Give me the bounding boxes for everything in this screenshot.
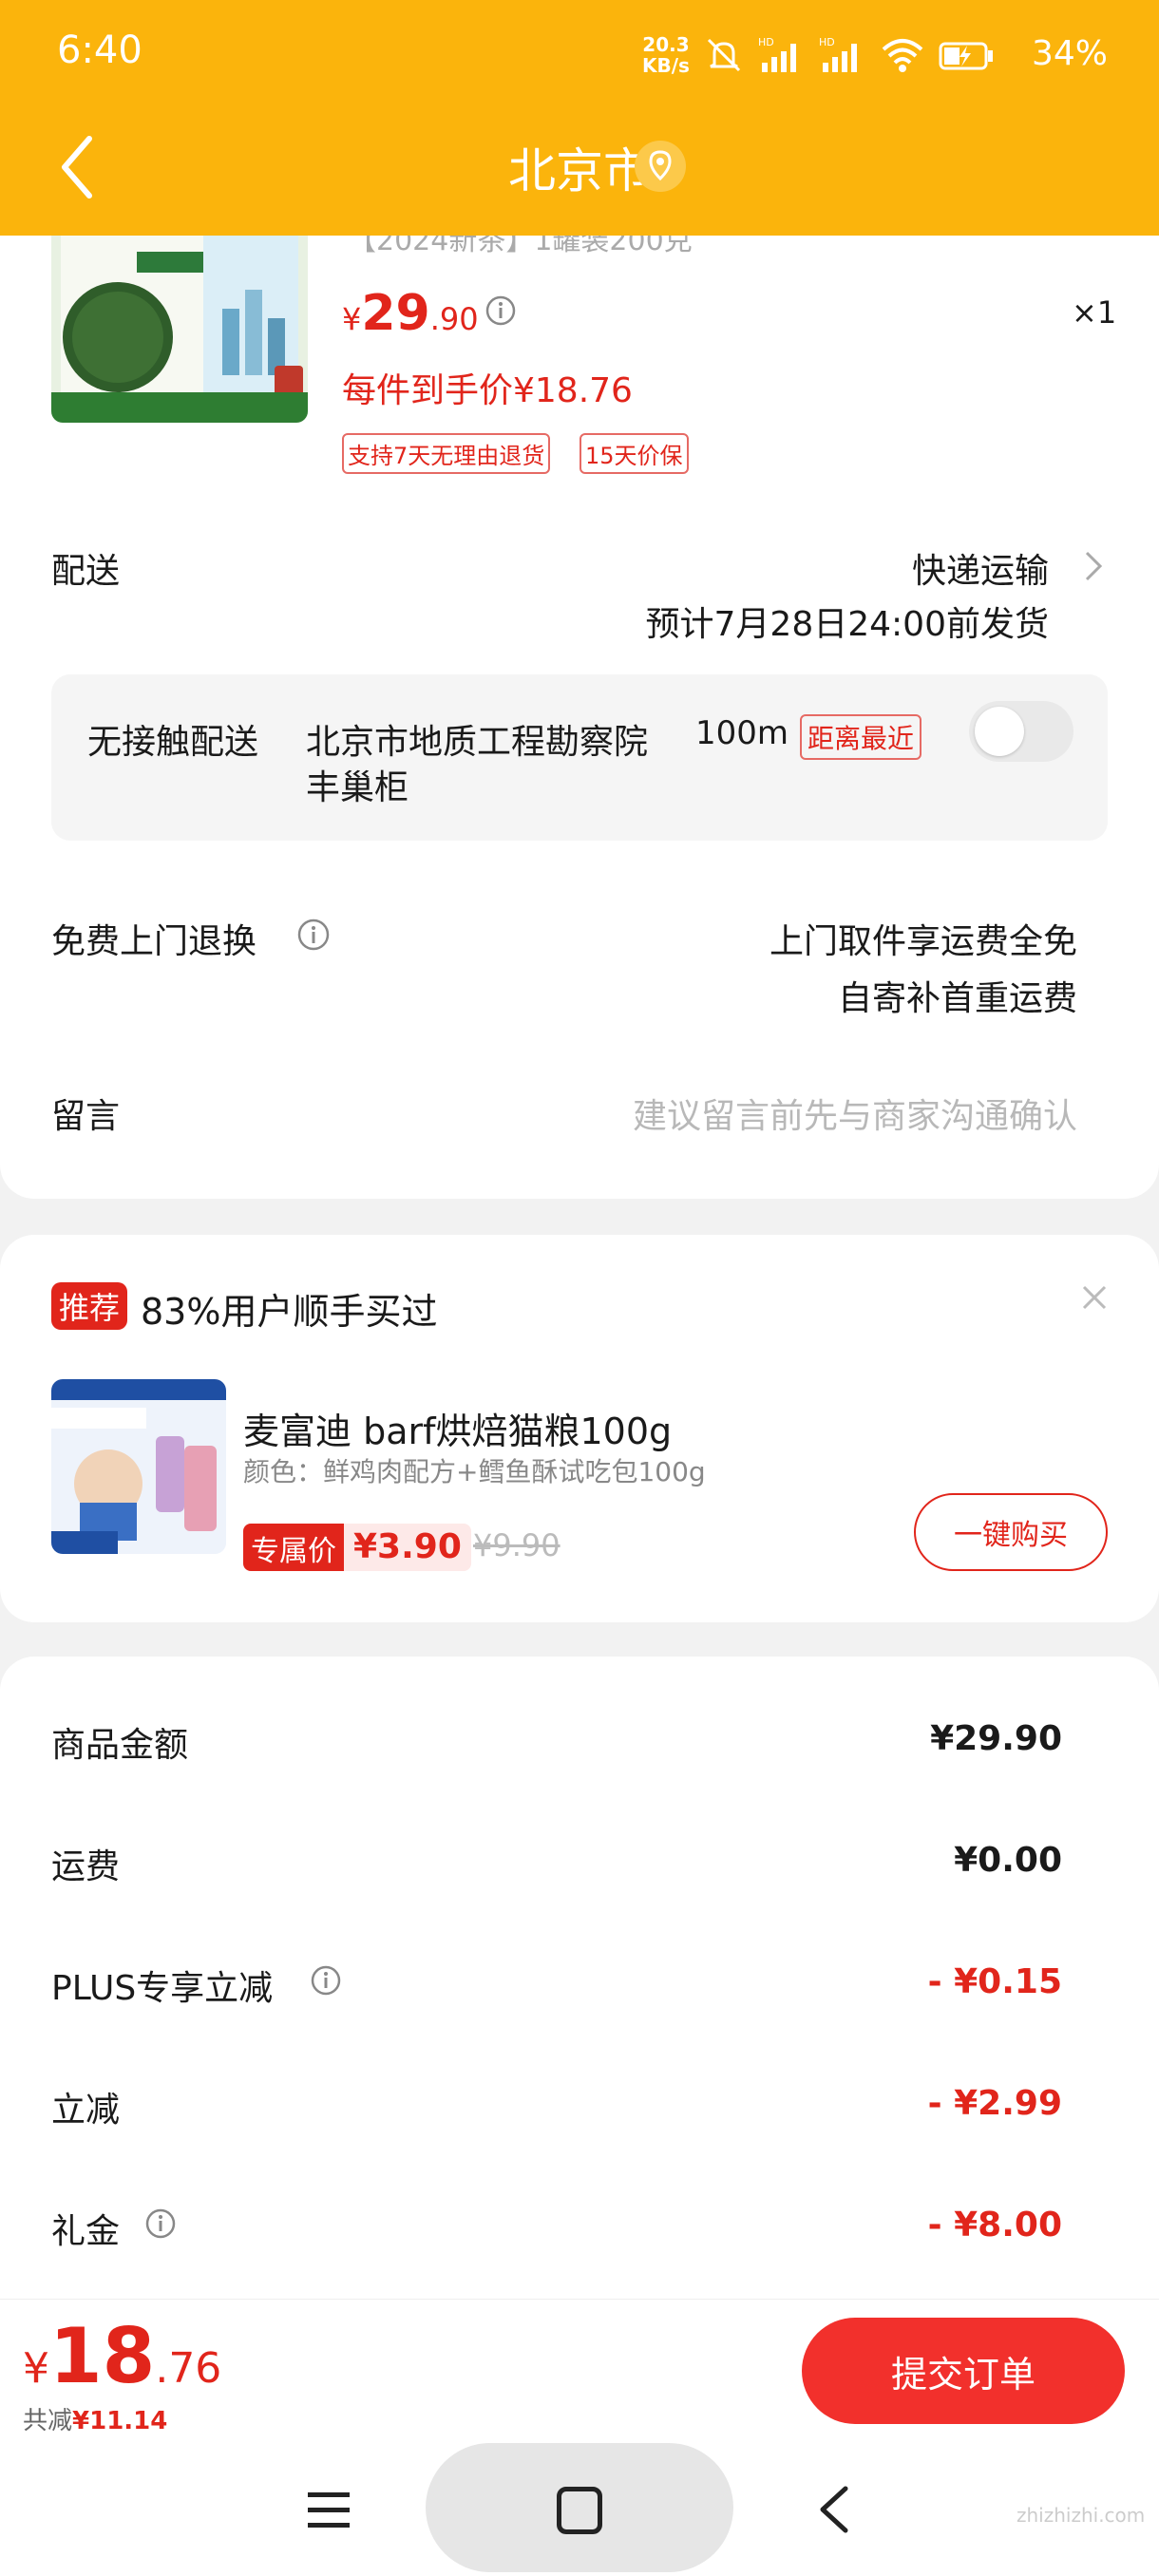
svg-text:HD: HD (819, 36, 835, 48)
network-speed: 20.3 KB/s (642, 34, 690, 76)
back-icon[interactable] (815, 2483, 853, 2536)
recommend-title: 83%用户顺手买过 (141, 1291, 438, 1333)
network-speed-unit: KB/s (642, 54, 690, 77)
total-saved: 共减¥11.14 (23, 2401, 167, 2436)
delivery-label: 配送 (51, 552, 121, 591)
summary-value: ¥29.90 (930, 1719, 1062, 1758)
total-saved-label: 共减 (23, 2407, 73, 2435)
price-integer: 29 (361, 285, 430, 342)
exclusive-price-tag: 专属价 (243, 1524, 344, 1571)
summary-label: 运费 (51, 1847, 121, 1886)
total-saved-value: ¥11.14 (72, 2407, 168, 2435)
summary-value: - ¥8.00 (927, 2206, 1062, 2245)
return-policy-tag: 支持7天无理由退货 (342, 433, 551, 474)
product-quantity: ×1 (1072, 294, 1117, 331)
return-pickup-text: 上门取件享运费全免 (769, 922, 1077, 961)
product-price: ¥29.90 (342, 285, 479, 342)
recommend-price: ¥3.90 (353, 1527, 462, 1566)
contactless-label: 无接触配送 (87, 723, 259, 762)
delivery-method[interactable]: 快递运输 (912, 543, 1049, 593)
contactless-toggle[interactable] (969, 701, 1074, 762)
network-speed-value: 20.3 (642, 33, 690, 56)
message-label: 留言 (51, 1097, 121, 1136)
close-icon[interactable] (1079, 1282, 1110, 1313)
svg-text:HD: HD (758, 36, 774, 48)
return-self-ship-text: 自寄补首重运费 (837, 979, 1077, 1018)
summary-label: 立减 (51, 2091, 121, 2130)
total-decimal: .76 (155, 2344, 222, 2393)
summary-label: PLUS专享立减 (51, 1969, 274, 2008)
info-icon[interactable] (484, 294, 517, 327)
signal-icon: HD (819, 36, 857, 72)
price-protection-tag: 15天价保 (580, 433, 689, 474)
submit-order-button[interactable]: 提交订单 (802, 2318, 1125, 2424)
pickup-address: 北京市地质工程勘察院 (306, 723, 649, 762)
summary-value: ¥0.00 (954, 1841, 1062, 1880)
pickup-distance: 100m (695, 714, 789, 752)
recommend-product-variant: 颜色：鲜鸡肉配方+鳕鱼酥试吃包100g (243, 1456, 706, 1487)
page-title: 北京市 (508, 143, 651, 199)
recommend-product-image[interactable] (51, 1379, 226, 1554)
summary-label: 商品金额 (51, 1726, 189, 1765)
mute-icon (707, 38, 741, 72)
menu-icon[interactable] (306, 2489, 352, 2532)
signal-icon: HD (758, 36, 796, 72)
battery-percent: 34% (1032, 34, 1109, 73)
status-time: 6:40 (57, 28, 142, 72)
total-currency: ¥ (23, 2344, 49, 2393)
quick-buy-button[interactable]: 一键购买 (914, 1493, 1108, 1571)
total-integer: 18 (49, 2312, 156, 2400)
status-icons: HD HD (703, 32, 996, 78)
summary-label: 礼金 (51, 2212, 121, 2251)
recommend-badge: 推荐 (51, 1282, 128, 1330)
recommend-original-price: ¥9.90 (473, 1527, 560, 1563)
total-price: ¥18.76 (23, 2312, 221, 2400)
battery-icon (939, 42, 993, 70)
pickup-locker: 丰巢柜 (306, 768, 409, 807)
info-icon[interactable] (296, 918, 331, 952)
price-currency: ¥ (342, 301, 362, 337)
info-icon[interactable] (144, 2207, 177, 2240)
wifi-icon (882, 39, 923, 72)
info-icon[interactable] (310, 1964, 342, 1997)
nearest-badge: 距离最近 (800, 714, 922, 760)
chevron-right-icon[interactable] (1083, 549, 1104, 583)
summary-value: - ¥0.15 (927, 1962, 1062, 2001)
product-image[interactable] (51, 223, 308, 423)
price-decimal: .90 (429, 301, 479, 337)
toggle-knob (975, 707, 1024, 756)
free-return-label: 免费上门退换 (51, 922, 257, 961)
summary-value: - ¥2.99 (927, 2084, 1062, 2123)
recommend-product-name[interactable]: 麦富迪 barf烘焙猫粮100g (243, 1402, 672, 1454)
final-unit-price: 每件到手价¥18.76 (342, 371, 633, 410)
home-icon[interactable] (557, 2487, 602, 2534)
watermark: zhizhizhi.com (1016, 2504, 1146, 2527)
location-icon[interactable] (635, 141, 686, 192)
delivery-eta: 预计7月28日24:00前发货 (645, 605, 1049, 644)
message-input[interactable]: 建议留言前先与商家沟通确认 (633, 1089, 1077, 1138)
recommend-price-box: 专属价 ¥3.90 (243, 1524, 471, 1571)
